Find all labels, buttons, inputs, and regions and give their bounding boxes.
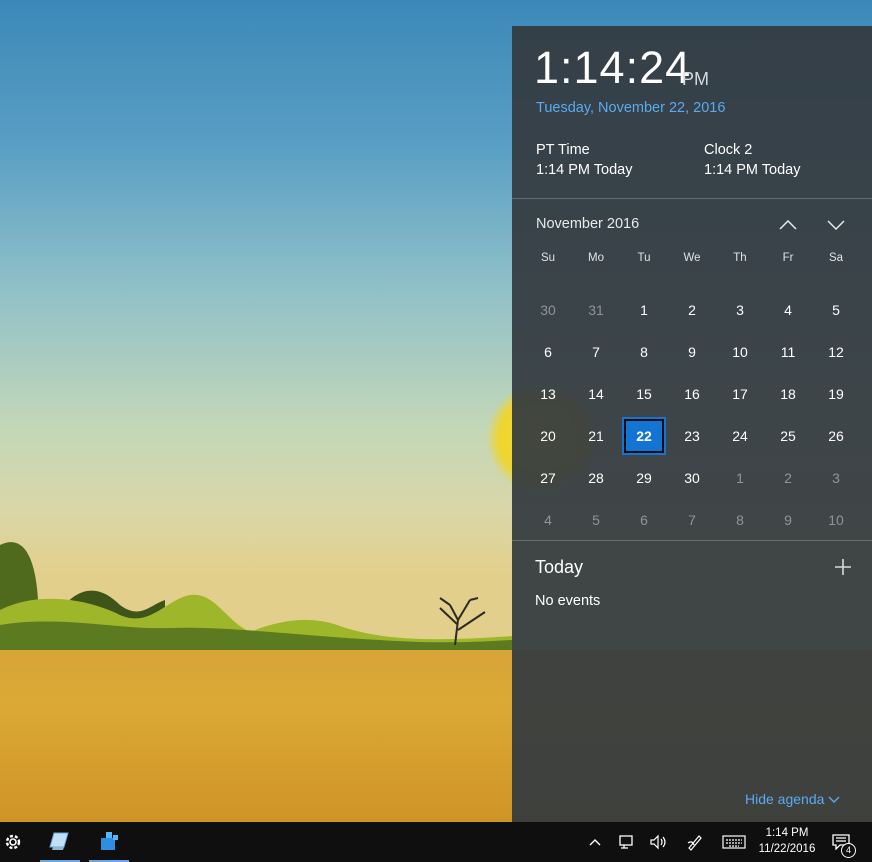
pen-workspace-button[interactable] <box>682 822 708 862</box>
show-hidden-icons-button[interactable] <box>584 822 606 862</box>
extra-clock-name: PT Time <box>536 142 590 158</box>
calendar-day[interactable]: 2 <box>670 291 714 329</box>
calendar-day[interactable]: 14 <box>574 375 618 413</box>
clock-time: 1:14:24 <box>534 42 692 93</box>
calendar-day[interactable]: 2 <box>766 459 810 497</box>
extra-clock-value: 1:14 PM Today <box>536 162 633 178</box>
extra-clock-2: Clock 2 1:14 PM Today <box>704 140 800 180</box>
calendar-day[interactable]: 9 <box>766 501 810 539</box>
pen-icon <box>687 835 702 851</box>
calendar-day-selected[interactable]: 22 <box>622 417 666 455</box>
volume-button[interactable] <box>646 822 672 862</box>
calendar-day[interactable]: 20 <box>526 417 570 455</box>
weekday-header: Su <box>540 252 556 264</box>
calendar-day[interactable]: 16 <box>670 375 714 413</box>
notepad-icon <box>49 832 69 850</box>
extra-clock-name: Clock 2 <box>704 142 753 158</box>
calendar-day[interactable]: 8 <box>718 501 762 539</box>
calendar-day[interactable]: 6 <box>526 333 570 371</box>
weekday-header: Mo <box>588 252 604 264</box>
chevron-up-icon <box>779 220 797 230</box>
calendar-day[interactable]: 27 <box>526 459 570 497</box>
calendar-day[interactable]: 7 <box>574 333 618 371</box>
calendar-day[interactable]: 21 <box>574 417 618 455</box>
next-month-button[interactable] <box>823 212 849 238</box>
extra-clock-pt: PT Time 1:14 PM Today <box>536 140 632 180</box>
cube-app-icon <box>101 832 118 850</box>
calendar-day[interactable]: 15 <box>622 375 666 413</box>
agenda-title: Today <box>535 557 584 577</box>
calendar-day[interactable]: 28 <box>574 459 618 497</box>
calendar-day[interactable]: 29 <box>622 459 666 497</box>
calendar-day[interactable]: 10 <box>718 333 762 371</box>
calendar-day[interactable]: 19 <box>814 375 858 413</box>
network-button[interactable] <box>614 822 640 862</box>
weekday-header: We <box>683 252 701 264</box>
notification-count-badge: 4 <box>841 843 856 858</box>
clock-calendar-flyout: 1:14:24 PM Tuesday, November 22, 2016 PT… <box>512 26 872 822</box>
calendar-day[interactable]: 1 <box>622 291 666 329</box>
calendar-day[interactable]: 23 <box>670 417 714 455</box>
calendar-day[interactable]: 4 <box>526 501 570 539</box>
touch-keyboard-button[interactable] <box>720 822 748 862</box>
taskbar-time: 1:14 PM <box>765 827 809 839</box>
calendar-month-title[interactable]: November 2016 <box>536 216 639 232</box>
calendar-day[interactable]: 6 <box>622 501 666 539</box>
calendar-day[interactable]: 25 <box>766 417 810 455</box>
calendar-day[interactable]: 9 <box>670 333 714 371</box>
calendar-day[interactable]: 26 <box>814 417 858 455</box>
taskbar-clock[interactable]: 1:14 PM 11/22/2016 <box>752 825 822 857</box>
weekday-header: Fr <box>782 252 794 264</box>
calendar-day[interactable]: 4 <box>766 291 810 329</box>
calendar-day[interactable]: 5 <box>574 501 618 539</box>
hide-agenda-button[interactable]: Hide agenda <box>745 791 840 807</box>
calendar-day[interactable]: 8 <box>622 333 666 371</box>
network-icon <box>619 835 633 849</box>
divider <box>512 540 872 541</box>
extra-clock-value: 1:14 PM Today <box>704 162 801 178</box>
calendar-day[interactable]: 17 <box>718 375 762 413</box>
taskbar: 1:14 PM 11/22/2016 4 <box>0 822 872 862</box>
app-taskbar-button[interactable] <box>89 822 129 862</box>
agenda-empty-text: No events <box>535 593 601 609</box>
calendar-day[interactable]: 18 <box>766 375 810 413</box>
taskbar-date: 11/22/2016 <box>758 843 816 855</box>
calendar-day[interactable]: 12 <box>814 333 858 371</box>
plus-icon <box>835 559 851 575</box>
calendar-day[interactable]: 11 <box>766 333 810 371</box>
settings-taskbar-button[interactable] <box>0 822 26 862</box>
calendar-day[interactable]: 1 <box>718 459 762 497</box>
calendar-day[interactable]: 5 <box>814 291 858 329</box>
calendar-day[interactable]: 7 <box>670 501 714 539</box>
gear-icon <box>5 834 21 850</box>
keyboard-icon <box>722 835 746 849</box>
notepad-taskbar-button[interactable] <box>40 822 80 862</box>
chevron-down-icon <box>827 220 845 230</box>
clock-ampm: PM <box>682 69 709 89</box>
previous-month-button[interactable] <box>775 212 801 238</box>
hide-agenda-label: Hide agenda <box>745 791 825 807</box>
chevron-up-icon <box>589 839 601 846</box>
calendar-day[interactable]: 30 <box>670 459 714 497</box>
divider <box>512 198 872 199</box>
add-event-button[interactable] <box>832 556 854 578</box>
calendar-day[interactable]: 30 <box>526 291 570 329</box>
chevron-down-icon <box>828 796 840 804</box>
calendar-day[interactable]: 24 <box>718 417 762 455</box>
calendar-day[interactable]: 31 <box>574 291 618 329</box>
calendar-day[interactable]: 3 <box>718 291 762 329</box>
speaker-icon <box>650 834 666 850</box>
weekday-header: Th <box>733 252 747 264</box>
weekday-header: Sa <box>828 252 844 264</box>
calendar-day[interactable]: 3 <box>814 459 858 497</box>
calendar-day[interactable]: 10 <box>814 501 858 539</box>
calendar-day[interactable]: 13 <box>526 375 570 413</box>
weekday-header: Tu <box>637 252 651 264</box>
clock-date-link[interactable]: Tuesday, November 22, 2016 <box>536 100 725 116</box>
